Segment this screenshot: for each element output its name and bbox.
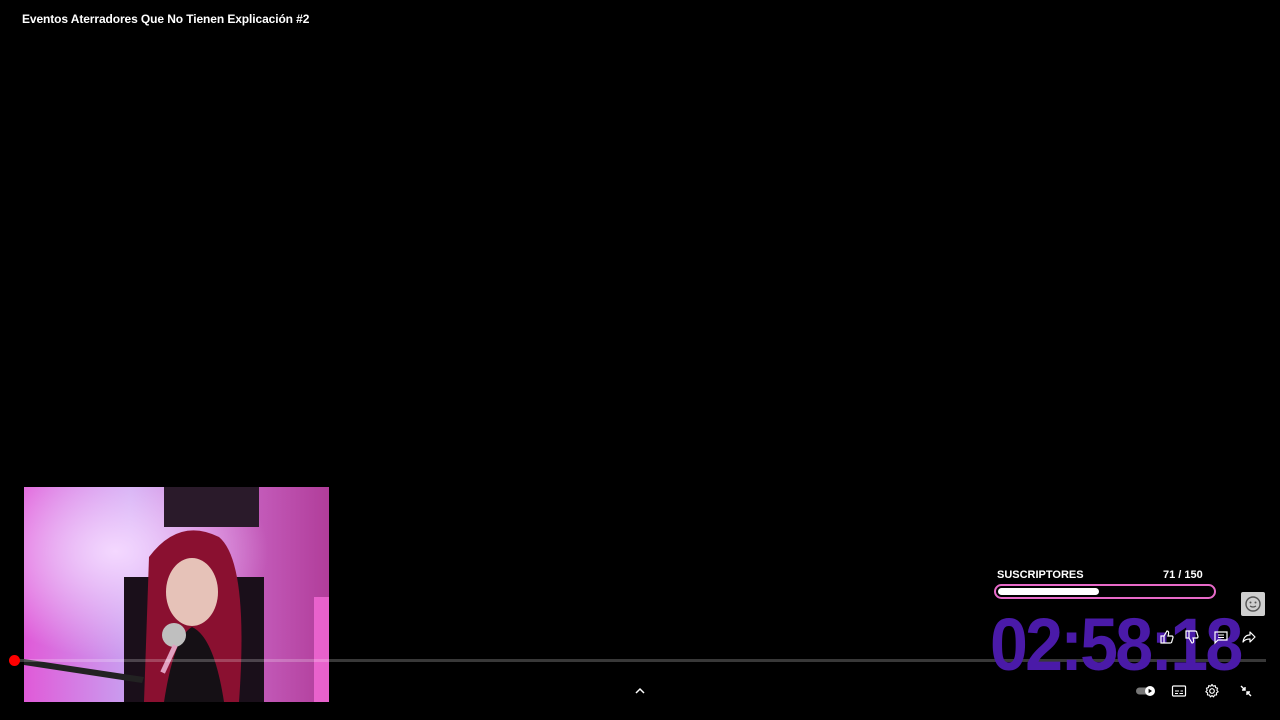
settings-icon[interactable] xyxy=(1203,682,1221,700)
webcam-overlay xyxy=(24,487,329,702)
share-icon[interactable] xyxy=(1239,627,1259,647)
scrubber-handle[interactable] xyxy=(9,655,20,666)
video-title: Eventos Aterradores Que No Tienen Explic… xyxy=(22,12,310,26)
subscribers-label: SUSCRIPTORES xyxy=(997,569,1084,581)
dislike-icon[interactable] xyxy=(1183,628,1201,646)
chevron-up-icon[interactable] xyxy=(632,683,648,699)
subscribers-goal-bar xyxy=(994,584,1216,599)
subscribers-goal-fill xyxy=(998,588,1099,595)
exit-fullscreen-icon[interactable] xyxy=(1237,682,1255,700)
stream-timer: 02:58:18 xyxy=(990,603,1243,686)
subscribers-count: 71 / 150 xyxy=(1163,569,1203,581)
captions-icon[interactable] xyxy=(1170,682,1188,700)
like-icon[interactable] xyxy=(1158,628,1176,646)
comments-icon[interactable] xyxy=(1212,628,1230,646)
autoplay-toggle[interactable] xyxy=(1134,683,1158,699)
face-icon[interactable] xyxy=(1241,592,1265,616)
